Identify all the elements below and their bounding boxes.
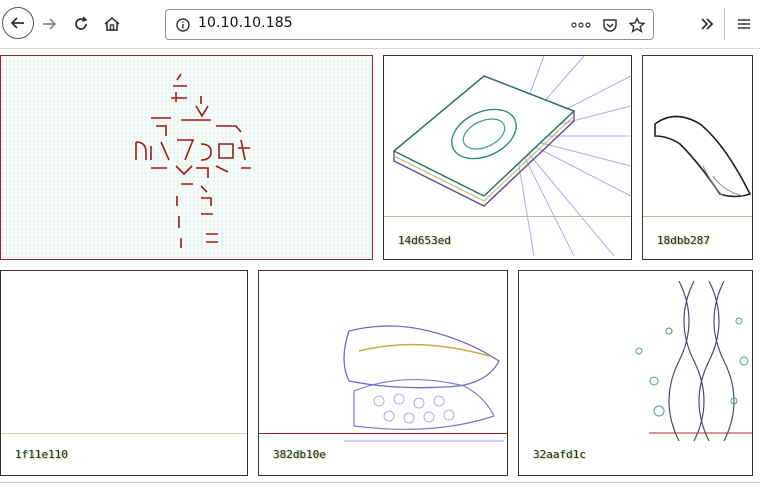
site-info-icon[interactable] xyxy=(174,16,192,34)
image-caption: 382db10e xyxy=(273,448,326,461)
more-actions-icon[interactable] xyxy=(571,16,591,34)
back-button[interactable] xyxy=(2,7,34,39)
bookmark-star-icon[interactable] xyxy=(628,16,646,34)
browser-toolbar: 10.10.10.185 xyxy=(0,0,760,49)
image-caption: 14d653ed xyxy=(398,234,451,247)
hamburger-menu-icon xyxy=(738,19,750,29)
gallery-image xyxy=(343,325,504,442)
gallery-tile[interactable] xyxy=(0,55,373,260)
overflow-button[interactable] xyxy=(692,9,722,39)
gallery-image xyxy=(635,280,752,442)
gallery-tile[interactable]: 32aafd1c xyxy=(518,270,753,476)
image-caption: 18dbb287 xyxy=(657,234,710,247)
back-arrow-icon xyxy=(10,17,24,29)
reload-icon xyxy=(75,16,88,30)
gallery-image xyxy=(654,115,752,198)
forward-button[interactable] xyxy=(34,9,64,39)
home-icon xyxy=(104,16,120,31)
gallery-tile[interactable]: 14d653ed xyxy=(383,55,632,260)
home-button[interactable] xyxy=(97,9,127,39)
toolbar-separator xyxy=(724,8,725,40)
reload-button[interactable] xyxy=(66,9,96,39)
gallery-image xyxy=(392,56,631,257)
overflow-chevron-icon xyxy=(701,18,714,30)
url-bar[interactable]: 10.10.10.185 xyxy=(165,9,654,40)
image-caption: 32aafd1c xyxy=(533,448,586,461)
gallery-tile[interactable]: 18dbb287 xyxy=(642,55,753,260)
forward-arrow-icon xyxy=(43,18,57,30)
gallery-tile[interactable]: 1f11e110 xyxy=(0,270,248,476)
pocket-icon[interactable] xyxy=(601,16,619,34)
gallery-tile[interactable]: 382db10e xyxy=(258,270,508,476)
menu-button[interactable] xyxy=(729,9,759,39)
image-caption: 1f11e110 xyxy=(15,448,68,461)
url-text[interactable]: 10.10.10.185 xyxy=(198,15,293,31)
gallery-image xyxy=(1,56,372,259)
